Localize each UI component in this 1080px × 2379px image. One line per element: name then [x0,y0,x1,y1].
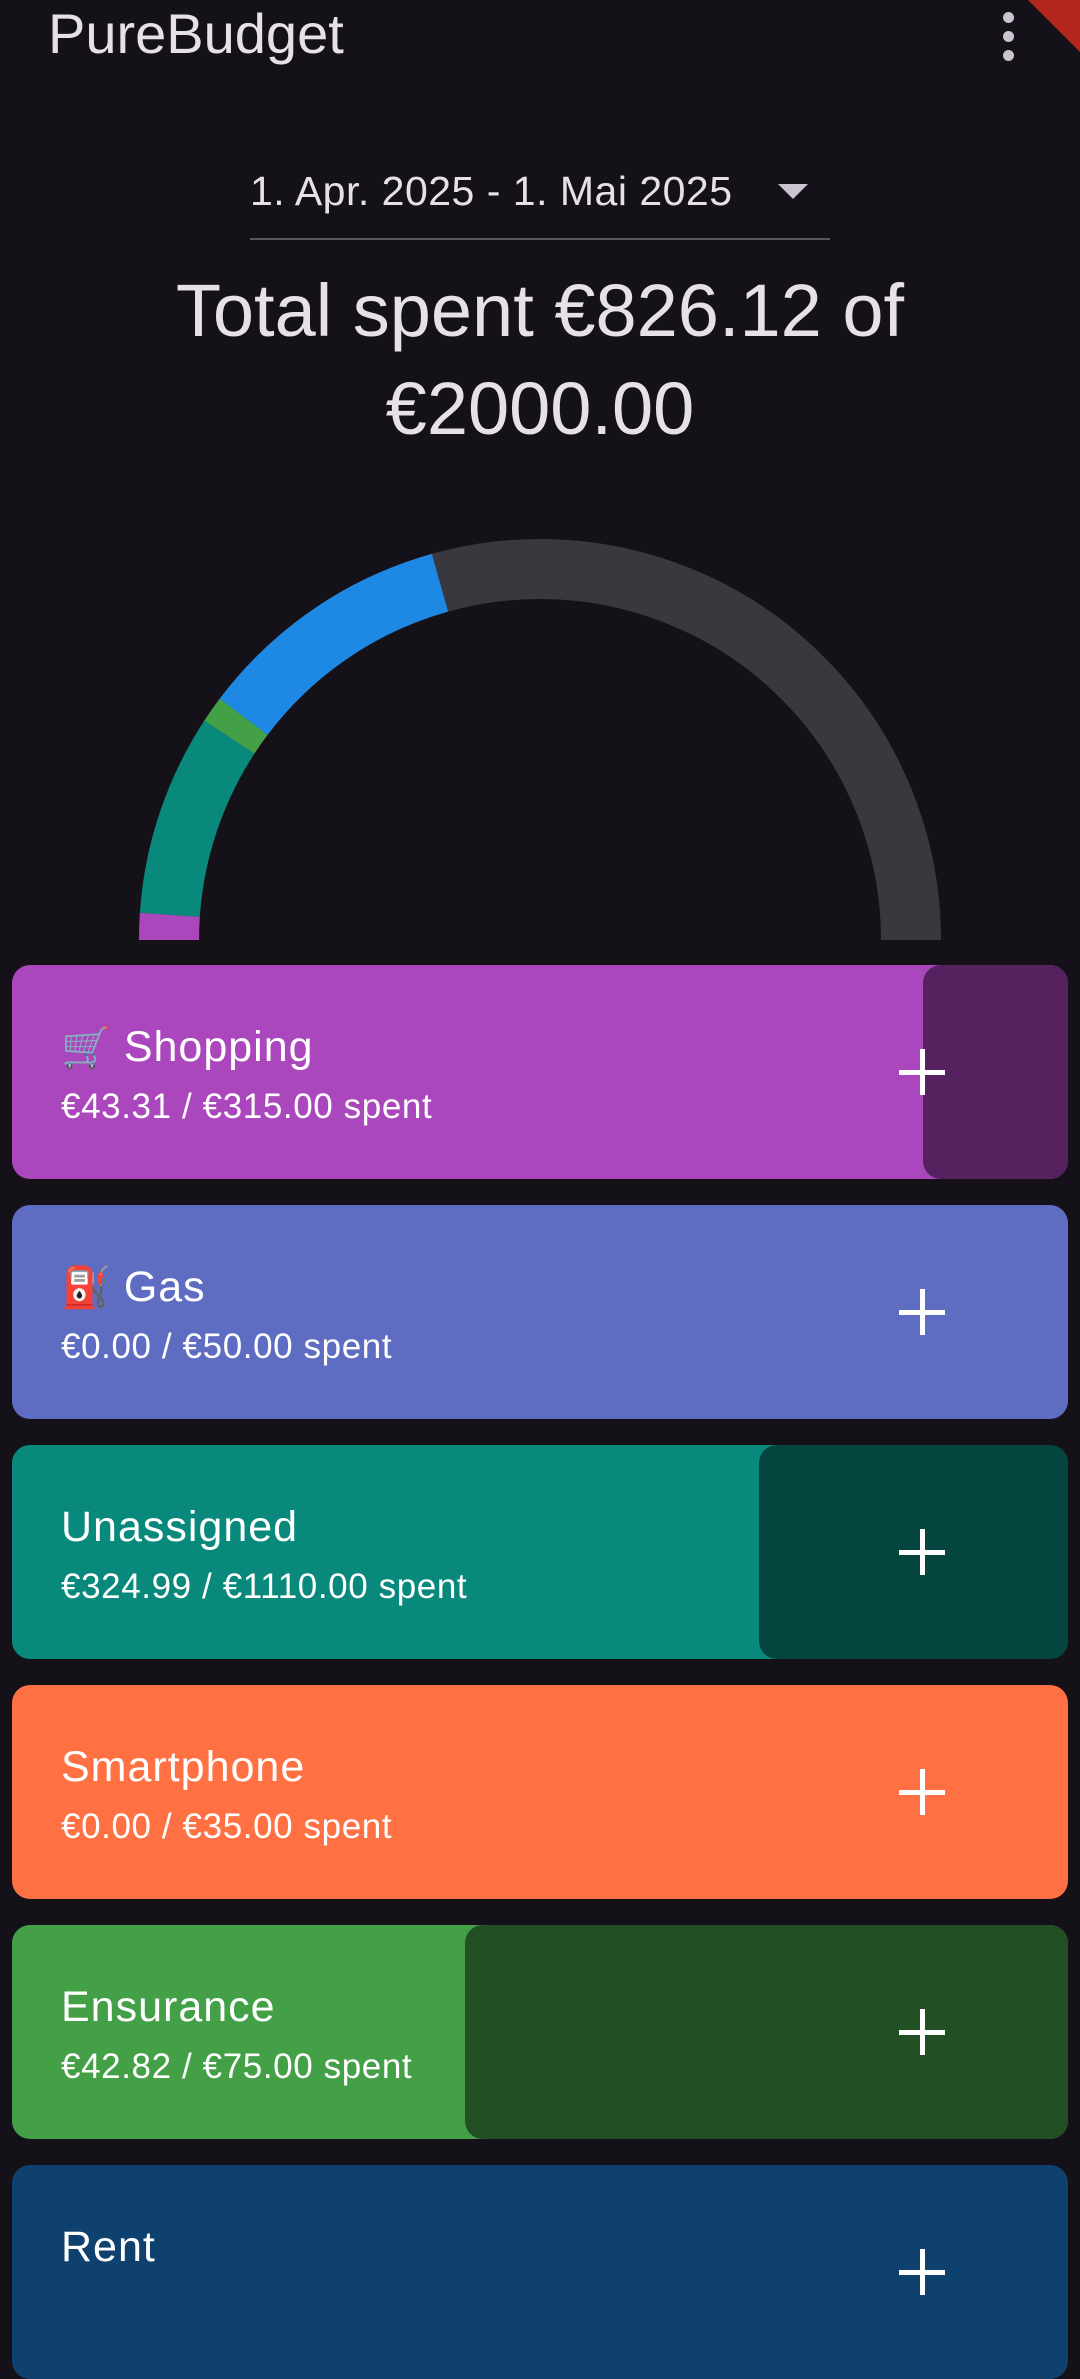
category-name-label: Unassigned [61,1503,299,1551]
add-icon[interactable] [872,1262,972,1362]
add-icon[interactable] [872,1742,972,1842]
gauge-segment-rent [219,553,449,736]
category-emoji-icon: ⛽ [61,1266,112,1310]
category-name: Smartphone [61,1741,305,1793]
app-title: PureBudget [48,2,344,65]
category-amount: €43.31 / €315.00 spent [61,1087,433,1126]
category-name: Unassigned [61,1501,298,1553]
gauge-segment-shopping [139,912,200,941]
category-amount: €42.82 / €75.00 spent [61,2047,413,2086]
category-amount: €0.00 / €50.00 spent [61,1327,393,1366]
category-name: 🛒 Shopping [61,1021,314,1074]
gauge-segment-ensurance [204,698,268,754]
category-card-gas[interactable]: ⛽ Gas €0.00 / €50.00 spent [12,1205,1068,1419]
category-name: Rent [61,2221,156,2273]
debug-banner [1028,0,1080,52]
category-card-shopping[interactable]: 🛒 Shopping €43.31 / €315.00 spent [12,965,1068,1179]
add-icon[interactable] [872,1022,972,1122]
date-range-label: 1. Apr. 2025 - 1. Mai 2025 [250,168,733,214]
app-bar: PureBudget [0,0,1080,80]
category-amount: €0.00 / €35.00 spent [61,1807,393,1846]
total-spent-summary: Total spent €826.12 of €2000.00 [175,269,905,450]
category-name-label: Rent [61,2223,156,2271]
gauge-track [139,539,941,941]
spent-progress-fill [465,1925,1068,2139]
add-icon[interactable] [872,1502,972,1602]
category-amount: €324.99 / €1110.00 spent [61,1567,468,1606]
category-emoji-icon: 🛒 [61,1026,112,1070]
category-name-label: Smartphone [61,1743,306,1791]
category-name: Ensurance [61,1981,276,2033]
gauge-segment-unassigned [139,720,255,918]
category-card-smartphone[interactable]: Smartphone €0.00 / €35.00 spent [12,1685,1068,1899]
arrow-drop-down-icon [778,184,808,199]
category-card-ensurance[interactable]: Ensurance €42.82 / €75.00 spent [12,1925,1068,2139]
category-name-label: Ensurance [61,1983,276,2031]
category-name-label: Gas [123,1263,206,1311]
budget-gauge [139,539,941,941]
date-range-dropdown[interactable]: 1. Apr. 2025 - 1. Mai 2025 [250,150,830,240]
category-name-label: Shopping [123,1023,314,1071]
add-icon[interactable] [872,1982,972,2082]
category-card-rent[interactable]: Rent [12,2165,1068,2379]
category-name: ⛽ Gas [61,1261,206,1314]
add-icon[interactable] [872,2222,972,2322]
category-card-unassigned[interactable]: Unassigned €324.99 / €1110.00 spent [12,1445,1068,1659]
